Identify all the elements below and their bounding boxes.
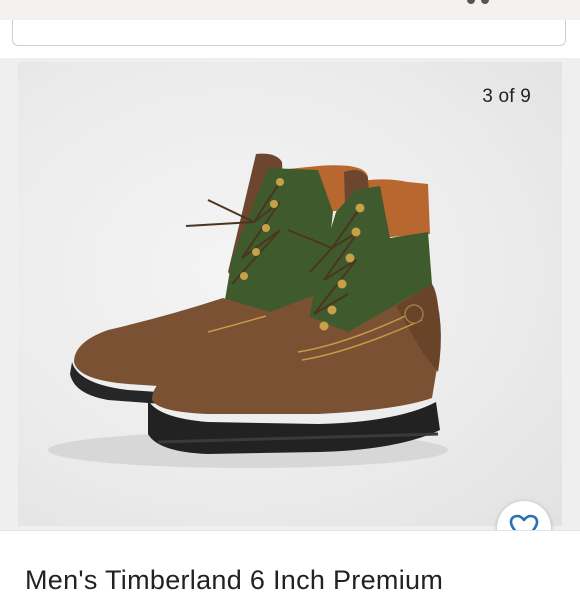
listing-title: Men's Timberland 6 Inch Premium — [25, 565, 444, 595]
search-input[interactable] — [12, 20, 566, 46]
top-bar — [0, 0, 580, 20]
product-photo[interactable]: 3 of 9 — [18, 62, 562, 526]
image-counter: 3 of 9 — [482, 86, 531, 107]
listing-header: Men's Timberland 6 Inch Premium — [0, 530, 580, 595]
more-dots-icon[interactable] — [463, 0, 493, 6]
image-gallery[interactable]: 3 of 9 — [0, 58, 580, 530]
boots-image — [48, 153, 448, 468]
